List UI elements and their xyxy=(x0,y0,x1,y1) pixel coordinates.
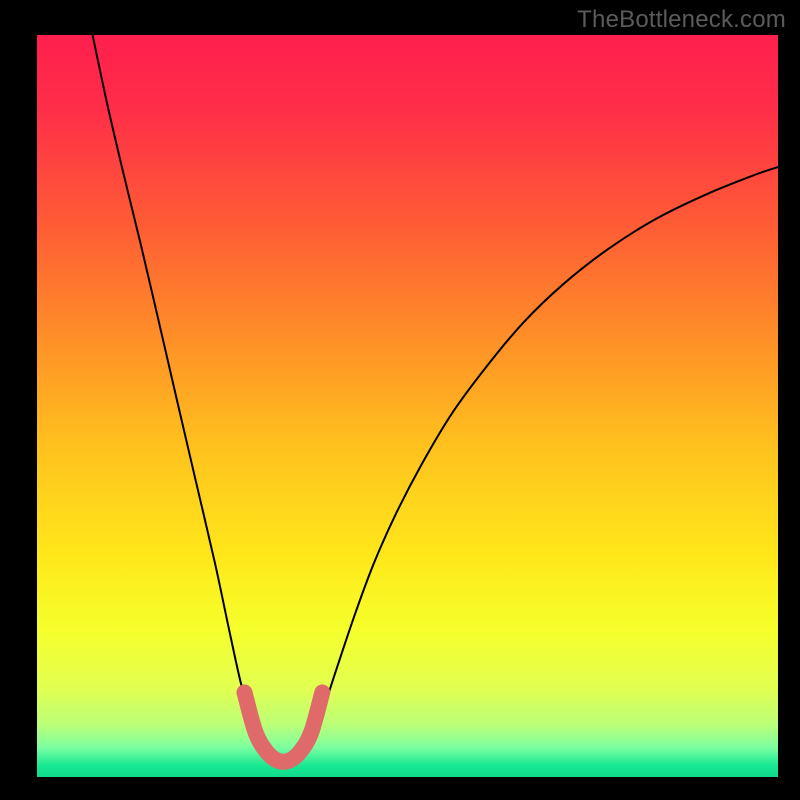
watermark-text: TheBottleneck.com xyxy=(577,6,786,34)
gradient-background xyxy=(37,35,778,777)
plot-area xyxy=(37,35,778,777)
chart-outer-frame: TheBottleneck.com xyxy=(0,0,800,800)
chart-svg xyxy=(37,35,778,777)
